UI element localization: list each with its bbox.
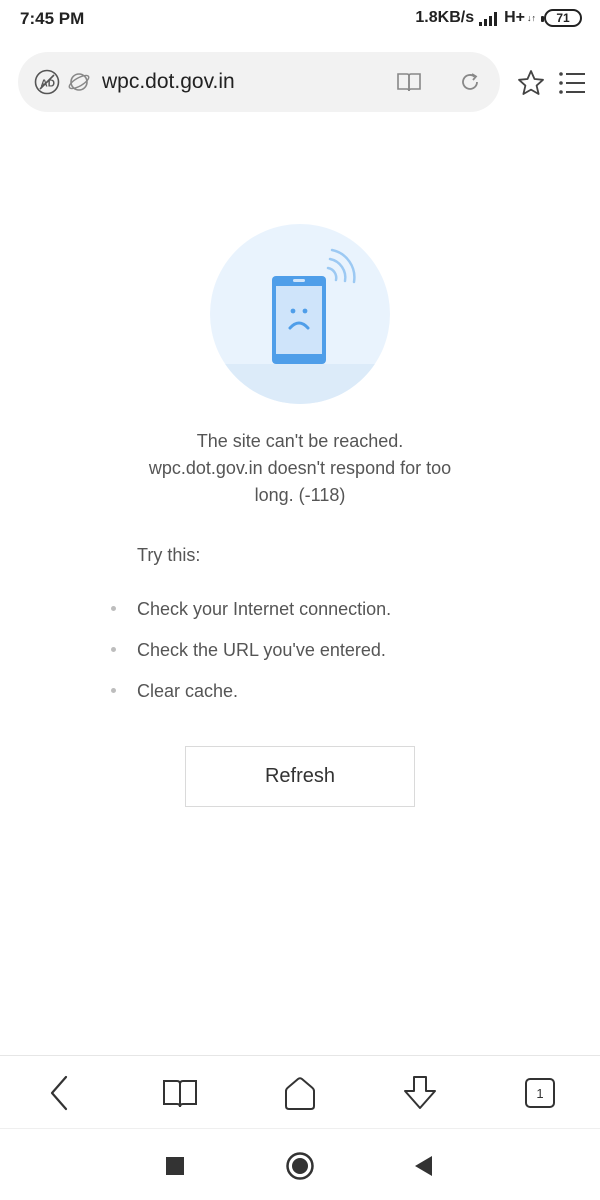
bullet bbox=[111, 647, 116, 652]
network-activity: ↓↑ bbox=[527, 13, 536, 23]
adblock-icon[interactable]: AD bbox=[34, 69, 60, 95]
suggestion-text: Clear cache. bbox=[137, 681, 239, 701]
tabs-icon: 1 bbox=[525, 1078, 555, 1108]
bookmarks-icon bbox=[163, 1080, 197, 1108]
download-icon bbox=[404, 1076, 436, 1109]
back-triangle-icon bbox=[415, 1156, 432, 1176]
download-button[interactable] bbox=[400, 1074, 440, 1112]
suggestion-text: Check your Internet connection. bbox=[137, 599, 392, 619]
recents-icon bbox=[166, 1157, 184, 1175]
network-type: H+ bbox=[504, 9, 525, 26]
status-time: 7:45 PM bbox=[20, 9, 85, 28]
system-back-button[interactable] bbox=[408, 1151, 438, 1181]
home-circle-icon bbox=[286, 1152, 314, 1180]
status-bar: 7:45 PM 1.8KB/s H+ ↓↑ 71 bbox=[0, 0, 600, 38]
star-icon[interactable] bbox=[516, 68, 546, 98]
reload-icon[interactable] bbox=[458, 70, 482, 94]
signal-icon bbox=[479, 12, 498, 26]
system-home-button[interactable] bbox=[285, 1151, 315, 1181]
home-icon bbox=[285, 1077, 315, 1110]
list-item: Check the URL you've entered. bbox=[108, 637, 528, 678]
sad-phone-icon bbox=[272, 248, 356, 364]
bottom-toolbar: 1 bbox=[0, 1055, 600, 1128]
bookmarks-button[interactable] bbox=[160, 1074, 200, 1112]
list-item: Clear cache. bbox=[108, 678, 528, 719]
bullet bbox=[111, 606, 116, 611]
battery-level: 71 bbox=[556, 11, 570, 25]
menu-icon[interactable] bbox=[558, 70, 586, 96]
error-message: The site can't be reached. wpc.dot.gov.i… bbox=[100, 428, 500, 509]
battery-icon: 71 bbox=[541, 9, 582, 27]
error-title: The site can't be reached. bbox=[196, 431, 404, 451]
tabs-button[interactable]: 1 bbox=[520, 1074, 560, 1112]
recents-button[interactable] bbox=[160, 1151, 190, 1181]
reader-mode-icon[interactable] bbox=[396, 71, 422, 93]
error-detail: wpc.dot.gov.in doesn't respond for too l… bbox=[148, 458, 452, 505]
suggestions-heading: Try this: bbox=[137, 545, 201, 565]
url-text[interactable]: wpc.dot.gov.in bbox=[102, 70, 235, 94]
net-speed: 1.8KB/s bbox=[415, 9, 475, 26]
planet-icon bbox=[68, 73, 90, 91]
bullet bbox=[111, 688, 116, 693]
address-bar[interactable]: AD wpc.dot.gov.in bbox=[18, 52, 500, 112]
back-icon bbox=[50, 1075, 68, 1111]
suggestions-list: Check your Internet connection. Check th… bbox=[108, 596, 528, 719]
refresh-button[interactable]: Refresh bbox=[185, 746, 415, 807]
back-button[interactable] bbox=[40, 1074, 80, 1112]
error-illustration bbox=[210, 224, 390, 404]
tab-count: 1 bbox=[536, 1085, 544, 1101]
status-indicators: 1.8KB/s H+ ↓↑ 71 bbox=[415, 9, 582, 27]
suggestion-text: Check the URL you've entered. bbox=[137, 640, 386, 660]
system-nav-bar bbox=[0, 1128, 600, 1200]
home-button[interactable] bbox=[280, 1074, 320, 1112]
list-item: Check your Internet connection. bbox=[108, 596, 528, 637]
